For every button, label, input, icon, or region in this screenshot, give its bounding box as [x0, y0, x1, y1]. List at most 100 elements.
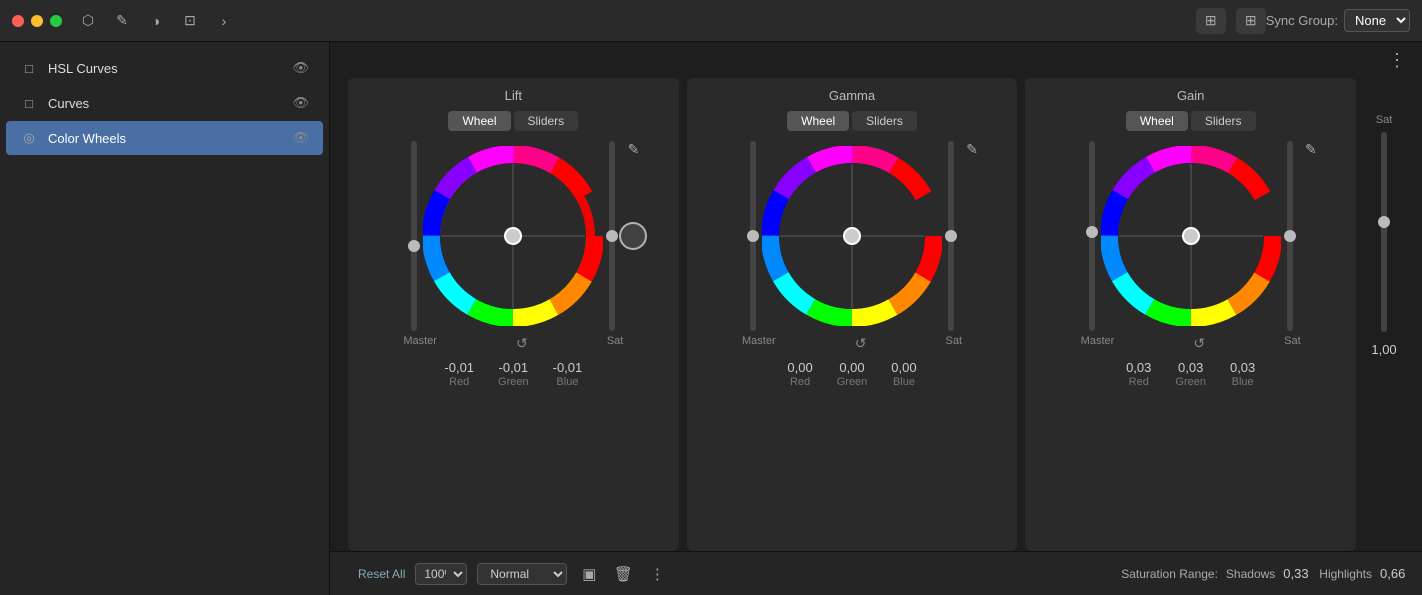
gamma-master-label: Master — [742, 335, 776, 352]
gain-green-num: 0,03 — [1178, 360, 1203, 375]
gamma-red-val: 0,00 Red — [787, 360, 812, 388]
sidebar-item-color-wheels[interactable]: ◎ Color Wheels 👁 — [6, 121, 323, 155]
gamma-green-label: Green — [837, 376, 868, 388]
sidebar-item-label-color-wheels: Color Wheels — [48, 131, 282, 146]
lift-red-val: -0,01 Red — [444, 360, 474, 388]
gamma-blue-num: 0,00 — [891, 360, 916, 375]
gain-reset-btn[interactable]: ↺ — [1193, 335, 1205, 352]
gain-blue-label: Blue — [1232, 376, 1254, 388]
traffic-lights — [12, 15, 62, 27]
gamma-eyedropper-button[interactable]: ✎ — [966, 141, 978, 158]
lift-green-num: -0,01 — [499, 360, 529, 375]
gain-title: Gain — [1177, 88, 1204, 103]
gain-blue-num: 0,03 — [1230, 360, 1255, 375]
lift-wheel-body: ✎ — [411, 141, 615, 331]
gain-eyedropper-button[interactable]: ✎ — [1305, 141, 1317, 158]
lift-master-label: Master — [403, 335, 437, 352]
bottom-bar: Reset All 100% Normal ▣ 🗑 ⋮ Saturation R… — [330, 551, 1422, 595]
hsl-curves-eye-icon[interactable]: 👁 — [292, 60, 309, 76]
camera-button[interactable]: ▣ — [577, 562, 601, 586]
wheels-area: Lift Wheel Sliders — [330, 78, 1422, 551]
node-icon[interactable]: ⬡ — [78, 11, 98, 31]
lift-tab-sliders[interactable]: Sliders — [514, 111, 579, 131]
gamma-wheel-body: ✎ — [750, 141, 954, 331]
gamma-reset-btn[interactable]: ↺ — [855, 335, 867, 352]
gain-sat-thumb — [1284, 230, 1296, 242]
titlebar: ⬡ ✎ ◑ ⊡ › ⊞ ⊞ Sync Group: None — [0, 0, 1422, 42]
gain-panel: Gain Wheel Sliders — [1025, 78, 1356, 551]
zoom-select[interactable]: 100% — [415, 563, 467, 585]
lift-panel: Lift Wheel Sliders — [348, 78, 679, 551]
gamma-values: 0,00 Red 0,00 Green 0,00 Blue — [787, 360, 916, 388]
gain-color-wheel[interactable] — [1101, 146, 1281, 326]
work-area-header: ⋮ — [330, 42, 1422, 78]
blend-mode-select[interactable]: Normal — [477, 563, 567, 585]
lift-green-label: Green — [498, 376, 529, 388]
lift-red-label: Red — [449, 376, 469, 388]
gain-green-label: Green — [1175, 376, 1206, 388]
gain-sat-slider[interactable] — [1287, 141, 1293, 331]
saturation-range: Saturation Range: Shadows 0,33 Highlight… — [1121, 566, 1408, 581]
reset-all-button[interactable]: Reset All — [358, 567, 405, 581]
gain-master-label: Master — [1081, 335, 1115, 352]
close-button[interactable] — [12, 15, 24, 27]
gamma-red-num: 0,00 — [787, 360, 812, 375]
color-wheels-icon: ◎ — [20, 129, 38, 147]
curves-eye-icon[interactable]: 👁 — [292, 95, 309, 111]
lift-reset-btn[interactable]: ↺ — [516, 335, 528, 352]
gain-master-slider[interactable] — [1089, 141, 1095, 331]
work-area: ⋮ Lift Wheel Sliders — [330, 42, 1422, 595]
shadows-label: Shadows — [1226, 567, 1275, 581]
kebab-menu-button[interactable]: ⋮ — [1388, 50, 1408, 71]
gamma-sat-slider[interactable] — [948, 141, 954, 331]
lift-blue-num: -0,01 — [553, 360, 583, 375]
lift-master-thumb — [408, 240, 420, 252]
lift-color-wheel[interactable] — [423, 146, 603, 326]
sidebar-item-curves[interactable]: □ Curves 👁 — [6, 86, 323, 120]
gamma-green-val: 0,00 Green — [837, 360, 868, 388]
minimize-button[interactable] — [31, 15, 43, 27]
lift-sat-slider[interactable] — [609, 141, 615, 331]
sat-panel-value: 1,00 — [1371, 342, 1396, 357]
color-wheels-eye-icon[interactable]: 👁 — [292, 130, 309, 146]
edit-icon[interactable]: ✎ — [112, 11, 132, 31]
lift-blue-val: -0,01 Blue — [553, 360, 583, 388]
gamma-color-wheel[interactable] — [762, 146, 942, 326]
gamma-title: Gamma — [829, 88, 875, 103]
gamma-panel: Gamma Wheel Sliders — [687, 78, 1018, 551]
color-icon[interactable]: ◑ — [146, 11, 166, 31]
gain-blue-val: 0,03 Blue — [1230, 360, 1255, 388]
curves-icon: □ — [20, 94, 38, 112]
gamma-blue-label: Blue — [893, 376, 915, 388]
gamma-tab-sliders[interactable]: Sliders — [852, 111, 917, 131]
gamma-tab-wheel[interactable]: Wheel — [787, 111, 849, 131]
lift-tab-wheel[interactable]: Wheel — [448, 111, 510, 131]
sidebar-item-hsl-curves[interactable]: □ HSL Curves 👁 — [6, 51, 323, 85]
gain-red-label: Red — [1129, 376, 1149, 388]
sat-outer-slider[interactable] — [1381, 132, 1387, 332]
maximize-button[interactable] — [50, 15, 62, 27]
gamma-red-label: Red — [790, 376, 810, 388]
lift-blue-label: Blue — [556, 376, 578, 388]
sat-outer-thumb — [1378, 216, 1390, 228]
options-button[interactable]: ⋮ — [645, 562, 669, 586]
folder-btn[interactable]: ⊞ — [1196, 8, 1226, 34]
lift-values: -0,01 Red -0,01 Green -0,01 Blue — [444, 360, 582, 388]
highlights-value: 0,66 — [1380, 566, 1408, 581]
gain-tab-sliders[interactable]: Sliders — [1191, 111, 1256, 131]
delete-button[interactable]: 🗑 — [611, 562, 635, 586]
gamma-sat-thumb — [945, 230, 957, 242]
sync-group-select[interactable]: None — [1344, 9, 1410, 32]
lift-master-slider[interactable] — [411, 141, 417, 331]
more-icon[interactable]: › — [214, 11, 234, 31]
grid-btn[interactable]: ⊞ — [1236, 8, 1266, 34]
gain-values: 0,03 Red 0,03 Green 0,03 Blue — [1126, 360, 1255, 388]
gain-tab-wheel[interactable]: Wheel — [1126, 111, 1188, 131]
lift-sat-label: Sat — [607, 335, 624, 352]
deliver-icon[interactable]: ⊡ — [180, 11, 200, 31]
gamma-tabs: Wheel Sliders — [787, 111, 917, 131]
gamma-master-slider[interactable] — [750, 141, 756, 331]
lift-sat-thumb — [606, 230, 618, 242]
lift-eyedropper-button[interactable]: ✎ — [628, 141, 640, 158]
gamma-sat-label: Sat — [945, 335, 962, 352]
